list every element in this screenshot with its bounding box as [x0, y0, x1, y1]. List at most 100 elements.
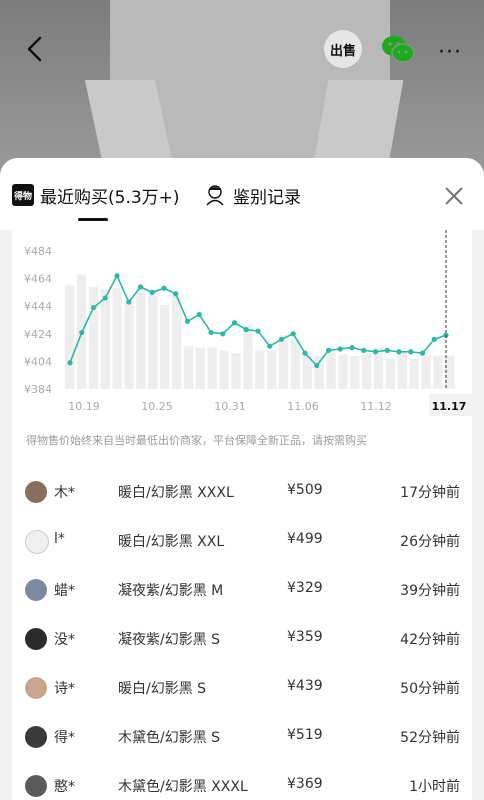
- user-avatar: [25, 726, 47, 748]
- price-point: [408, 349, 414, 355]
- user-avatar: [25, 530, 49, 554]
- price-point: [349, 345, 355, 351]
- price-point: [372, 349, 379, 355]
- product-spec: 暖白/幻影黑 S: [118, 681, 207, 697]
- price-point: [255, 328, 261, 334]
- top-bar: 出售 ···: [0, 20, 484, 80]
- purchase-row: 诗* 暖白/幻影黑 S ¥439 50分钟前: [12, 662, 472, 711]
- volume-bar: [326, 351, 336, 389]
- back-arrow-icon[interactable]: [24, 34, 46, 64]
- price-point: [220, 331, 226, 337]
- price-point: [431, 336, 437, 342]
- volume-bar: [219, 350, 229, 389]
- y-tick-label: ¥464: [24, 273, 52, 286]
- price-point: [384, 347, 390, 353]
- tab-authentication-records[interactable]: 鉴别记录: [205, 180, 301, 210]
- price-point: [184, 318, 191, 324]
- price-point: [337, 346, 343, 352]
- price-point: [137, 284, 144, 290]
- volume-bar: [207, 347, 217, 389]
- volume-bar: [350, 355, 360, 389]
- price-point: [267, 343, 273, 349]
- volume-bar: [183, 346, 194, 389]
- buyer-name: 得*: [54, 730, 75, 746]
- volume-bar: [445, 355, 455, 389]
- price-point: [302, 350, 308, 356]
- buyer-name: l*: [54, 531, 65, 547]
- volume-bar: [338, 354, 348, 389]
- purchase-price: ¥499: [287, 531, 323, 547]
- more-menu-icon[interactable]: ···: [438, 40, 462, 65]
- purchase-price: ¥369: [287, 776, 323, 792]
- user-avatar: [25, 481, 47, 503]
- purchase-price: ¥519: [287, 727, 323, 743]
- volume-bar: [255, 350, 265, 389]
- x-tick-label: 10.25: [141, 400, 173, 413]
- volume-bar: [421, 354, 431, 389]
- purchase-row: 蜡* 凝夜紫/幻影黑 M ¥329 39分钟前: [12, 564, 472, 613]
- purchase-row: 没* 凝夜紫/幻影黑 S ¥359 42分钟前: [12, 613, 472, 662]
- price-point: [208, 329, 214, 336]
- price-point: [149, 289, 155, 295]
- volume-bar: [290, 339, 301, 389]
- purchase-time: 26分钟前: [400, 534, 460, 550]
- volume-bar: [266, 350, 277, 389]
- x-tick-label: 11.17: [432, 400, 467, 413]
- volume-bar: [433, 355, 443, 389]
- x-tick-label: 10.31: [214, 400, 246, 413]
- volume-bar: [243, 325, 253, 389]
- user-avatar: [25, 677, 47, 699]
- price-point: [114, 273, 120, 279]
- volume-bar: [195, 347, 206, 389]
- price-trend-chart: ¥484 ¥464 ¥444 ¥424 ¥404 ¥384 10.19 10.25 10.31 1…: [24, 230, 472, 416]
- price-disclaimer: 得物售价始终来自当时最低出价商家，平台保障全新正品，请按需购买: [26, 434, 367, 447]
- price-point: [396, 349, 402, 355]
- left-margin: [0, 230, 12, 800]
- tab-recent-purchases[interactable]: 得物 最近购买(5.3万+): [12, 180, 180, 210]
- product-spec: 暖白/幻影黑 XXL: [118, 534, 225, 550]
- purchase-price: ¥329: [287, 580, 323, 596]
- price-point: [231, 320, 238, 326]
- volume-bar: [231, 353, 241, 389]
- purchase-sheet: 得物 最近购买(5.3万+) 鉴别记录 ¥484 ¥464 ¥444 ¥424 ¥404…: [0, 158, 484, 800]
- wechat-icon[interactable]: [380, 32, 416, 66]
- price-point: [126, 299, 132, 305]
- purchase-time: 1小时前: [409, 779, 460, 795]
- volume-bar: [65, 285, 75, 389]
- dewu-logo-icon: 得物: [12, 184, 34, 206]
- tab-authentication-records-label: 鉴别记录: [233, 187, 301, 208]
- person-avatar-icon: [206, 185, 224, 206]
- close-icon[interactable]: [442, 184, 466, 208]
- product-spec: 暖白/幻影黑 XXXL: [118, 485, 234, 501]
- volume-bar: [361, 353, 372, 389]
- volume-bar: [124, 302, 134, 389]
- product-spec: 凝夜紫/幻影黑 S: [118, 632, 221, 648]
- price-point: [314, 362, 320, 369]
- purchase-price: ¥359: [287, 629, 323, 645]
- tab-recent-purchases-label: 最近购买(5.3万+): [40, 187, 180, 208]
- purchase-price: ¥509: [287, 482, 323, 498]
- y-tick-label: ¥384: [24, 383, 52, 396]
- purchase-row: 憨* 木黛色/幻影黑 XXXL ¥369 1小时前: [12, 760, 472, 800]
- price-point: [67, 360, 73, 366]
- purchase-time: 17分钟前: [400, 485, 460, 501]
- product-spec: 木黛色/幻影黑 XXXL: [118, 779, 248, 795]
- buyer-name: 没*: [54, 632, 75, 648]
- volume-bar: [278, 335, 289, 389]
- x-tick-label: 11.06: [287, 400, 319, 413]
- purchase-time: 52分钟前: [400, 730, 460, 746]
- purchase-content: ¥484 ¥464 ¥444 ¥424 ¥404 ¥384 10.19 10.25 10.31 1…: [12, 230, 472, 800]
- price-point: [278, 336, 285, 342]
- price-point: [79, 329, 85, 336]
- y-tick-label: ¥404: [24, 355, 52, 368]
- volume-bar: [314, 355, 324, 389]
- purchase-list: 木* 暖白/幻影黑 XXXL ¥509 17分钟前 l* 暖白/幻影黑 XXL ¥499 26…: [12, 466, 472, 800]
- purchase-price: ¥439: [287, 678, 323, 694]
- price-point: [243, 327, 249, 333]
- user-avatar: [25, 628, 47, 650]
- buyer-name: 木*: [54, 485, 75, 501]
- x-tick-label: 10.19: [68, 400, 100, 413]
- user-avatar: [25, 775, 47, 797]
- price-point: [161, 285, 167, 291]
- sell-button[interactable]: 出售: [324, 30, 362, 68]
